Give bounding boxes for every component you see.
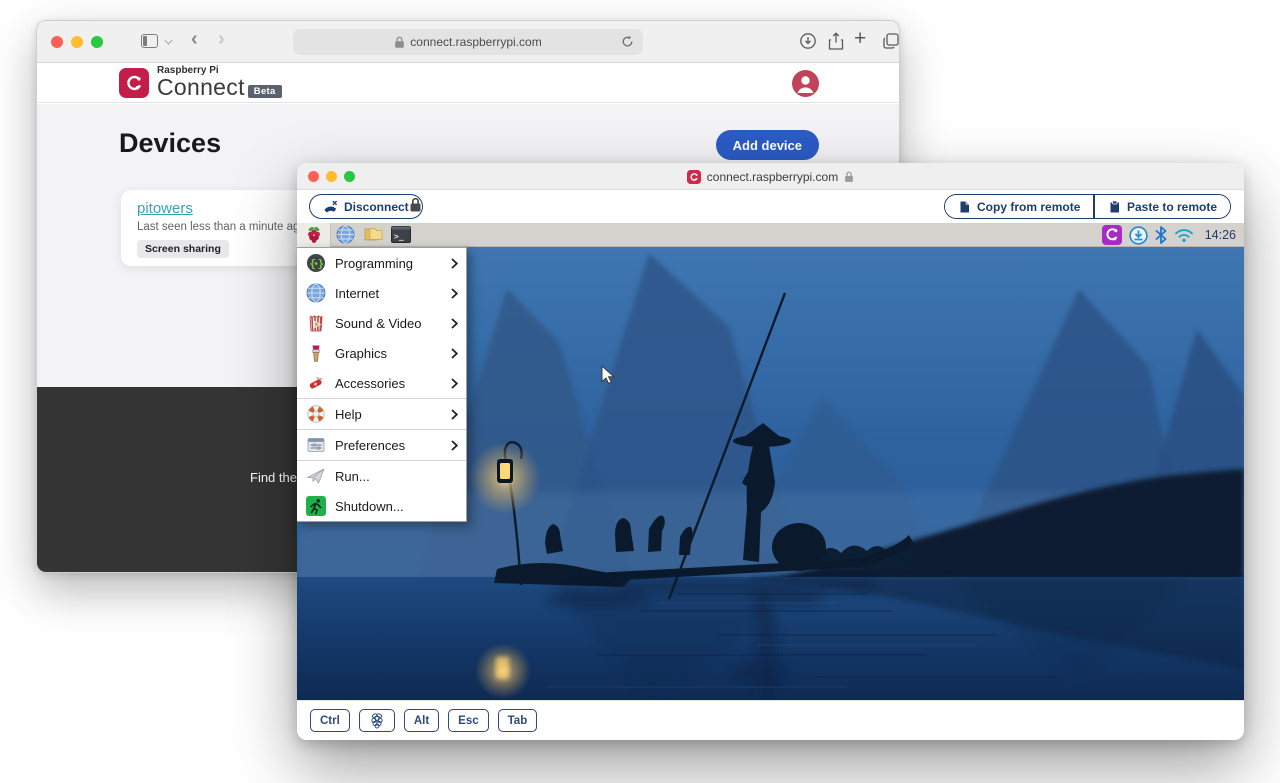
- menu-item-run[interactable]: Run...: [297, 461, 466, 491]
- close-button[interactable]: [51, 36, 63, 48]
- programming-icon: {}: [305, 253, 327, 273]
- file-manager-icon: [363, 226, 384, 243]
- back-button[interactable]: ‹: [191, 28, 198, 51]
- raspberry-pi-connect-tray-icon[interactable]: [1102, 225, 1122, 245]
- menu-item-internet[interactable]: Internet: [297, 278, 466, 308]
- wifi-icon[interactable]: [1174, 227, 1194, 243]
- virtual-key-bar: Ctrl Alt Esc Tab: [297, 700, 1244, 740]
- brand-connect: Connect: [157, 76, 245, 99]
- paste-label: Paste to remote: [1127, 200, 1217, 214]
- software-updater-icon[interactable]: [1129, 226, 1148, 245]
- web-browser-icon: [336, 225, 355, 244]
- downloads-icon[interactable]: [799, 32, 817, 50]
- preferences-icon: [305, 435, 327, 455]
- ctrl-key-button[interactable]: Ctrl: [310, 709, 350, 732]
- address-bar[interactable]: connect.raspberrypi.com: [293, 29, 643, 55]
- shutdown-icon: [305, 496, 327, 516]
- menu-item-programming[interactable]: {} Programming: [297, 248, 466, 278]
- svg-text:}: }: [318, 257, 325, 270]
- refresh-icon[interactable]: [620, 34, 635, 49]
- disconnect-button[interactable]: Disconnect: [309, 194, 423, 219]
- sound-video-icon: [305, 313, 327, 333]
- alt-key-button[interactable]: Alt: [404, 709, 439, 732]
- disconnect-phone-icon: [323, 200, 338, 214]
- copy-label: Copy from remote: [977, 200, 1080, 214]
- tab-overview-icon[interactable]: [882, 32, 900, 50]
- menu-item-accessories[interactable]: Accessories: [297, 368, 466, 398]
- minimize-button[interactable]: [71, 36, 83, 48]
- accessories-icon: [305, 373, 327, 393]
- copy-from-remote-button[interactable]: Copy from remote: [945, 195, 1093, 218]
- raspberry-menu-button[interactable]: [297, 223, 331, 247]
- menu-item-shutdown[interactable]: Shutdown...: [297, 491, 466, 521]
- new-tab-icon[interactable]: +: [854, 27, 866, 51]
- clipboard-button-group: Copy from remote Paste to remote: [944, 194, 1231, 219]
- menu-item-preferences[interactable]: Preferences: [297, 430, 466, 460]
- system-tray: 14:26: [1102, 223, 1236, 247]
- tab-key-button[interactable]: Tab: [498, 709, 538, 732]
- submenu-chevron-icon: [451, 409, 458, 420]
- submenu-chevron-icon: [451, 348, 458, 359]
- account-avatar[interactable]: [792, 70, 819, 97]
- site-header: Raspberry Pi ConnectBeta: [37, 63, 899, 103]
- terminal-icon: >_: [391, 226, 411, 243]
- screen-sharing-badge: Screen sharing: [137, 240, 229, 258]
- run-icon: [305, 466, 327, 486]
- remote-titlebar-url: connect.raspberrypi.com: [707, 170, 838, 184]
- share-icon[interactable]: [827, 32, 845, 51]
- graphics-icon: [305, 343, 327, 363]
- connect-favicon: [687, 170, 701, 184]
- disconnect-label: Disconnect: [344, 200, 409, 214]
- raspberry-key-button[interactable]: [359, 709, 395, 732]
- sidebar-toggle-icon[interactable]: [141, 34, 158, 48]
- submenu-chevron-icon: [451, 318, 458, 329]
- browser-toolbar: ‹ › connect.raspberrypi.com +: [37, 21, 899, 63]
- remote-session-window: connect.raspberrypi.com Disconnect Copy …: [297, 163, 1244, 740]
- submenu-chevron-icon: [451, 288, 458, 299]
- clock: 14:26: [1205, 228, 1236, 242]
- session-lock-icon: [409, 197, 422, 213]
- beta-badge: Beta: [248, 85, 282, 99]
- brand-text: Raspberry Pi ConnectBeta: [157, 66, 282, 99]
- bluetooth-icon[interactable]: [1155, 226, 1167, 244]
- raspberry-key-icon: [369, 712, 385, 729]
- file-manager-button[interactable]: [359, 223, 387, 247]
- address-url: connect.raspberrypi.com: [410, 35, 541, 49]
- application-menu: {} Programming Internet Sound & Video Gr…: [297, 247, 467, 522]
- lock-icon: [844, 171, 854, 183]
- submenu-chevron-icon: [451, 440, 458, 451]
- zoom-button[interactable]: [91, 36, 103, 48]
- add-device-button[interactable]: Add device: [716, 130, 819, 160]
- device-name-link[interactable]: pitowers: [137, 200, 193, 217]
- lock-icon: [394, 36, 405, 49]
- copy-icon: [958, 200, 971, 214]
- paste-to-remote-button[interactable]: Paste to remote: [1095, 195, 1230, 218]
- web-browser-button[interactable]: [331, 223, 359, 247]
- menu-item-sound-video[interactable]: Sound & Video: [297, 308, 466, 338]
- forward-button[interactable]: ›: [218, 28, 225, 51]
- pi-taskbar: >_ 14:26: [297, 223, 1244, 247]
- internet-icon: [305, 283, 327, 303]
- raspberry-pi-connect-logo: [119, 68, 149, 98]
- raspberry-menu-icon: [305, 225, 323, 244]
- menu-item-graphics[interactable]: Graphics: [297, 338, 466, 368]
- remote-titlebar: connect.raspberrypi.com: [297, 163, 1244, 190]
- svg-text:>_: >_: [394, 232, 404, 241]
- submenu-chevron-icon: [451, 258, 458, 269]
- page-title: Devices: [119, 128, 221, 159]
- esc-key-button[interactable]: Esc: [448, 709, 488, 732]
- session-toolbar: Disconnect Copy from remote Paste to rem…: [297, 190, 1244, 223]
- chevron-down-icon[interactable]: [165, 37, 173, 45]
- menu-item-help[interactable]: Help: [297, 399, 466, 429]
- promo-text: Find the: [250, 470, 297, 485]
- paste-icon: [1108, 200, 1121, 214]
- help-icon: [305, 404, 327, 424]
- terminal-button[interactable]: >_: [387, 223, 415, 247]
- submenu-chevron-icon: [451, 378, 458, 389]
